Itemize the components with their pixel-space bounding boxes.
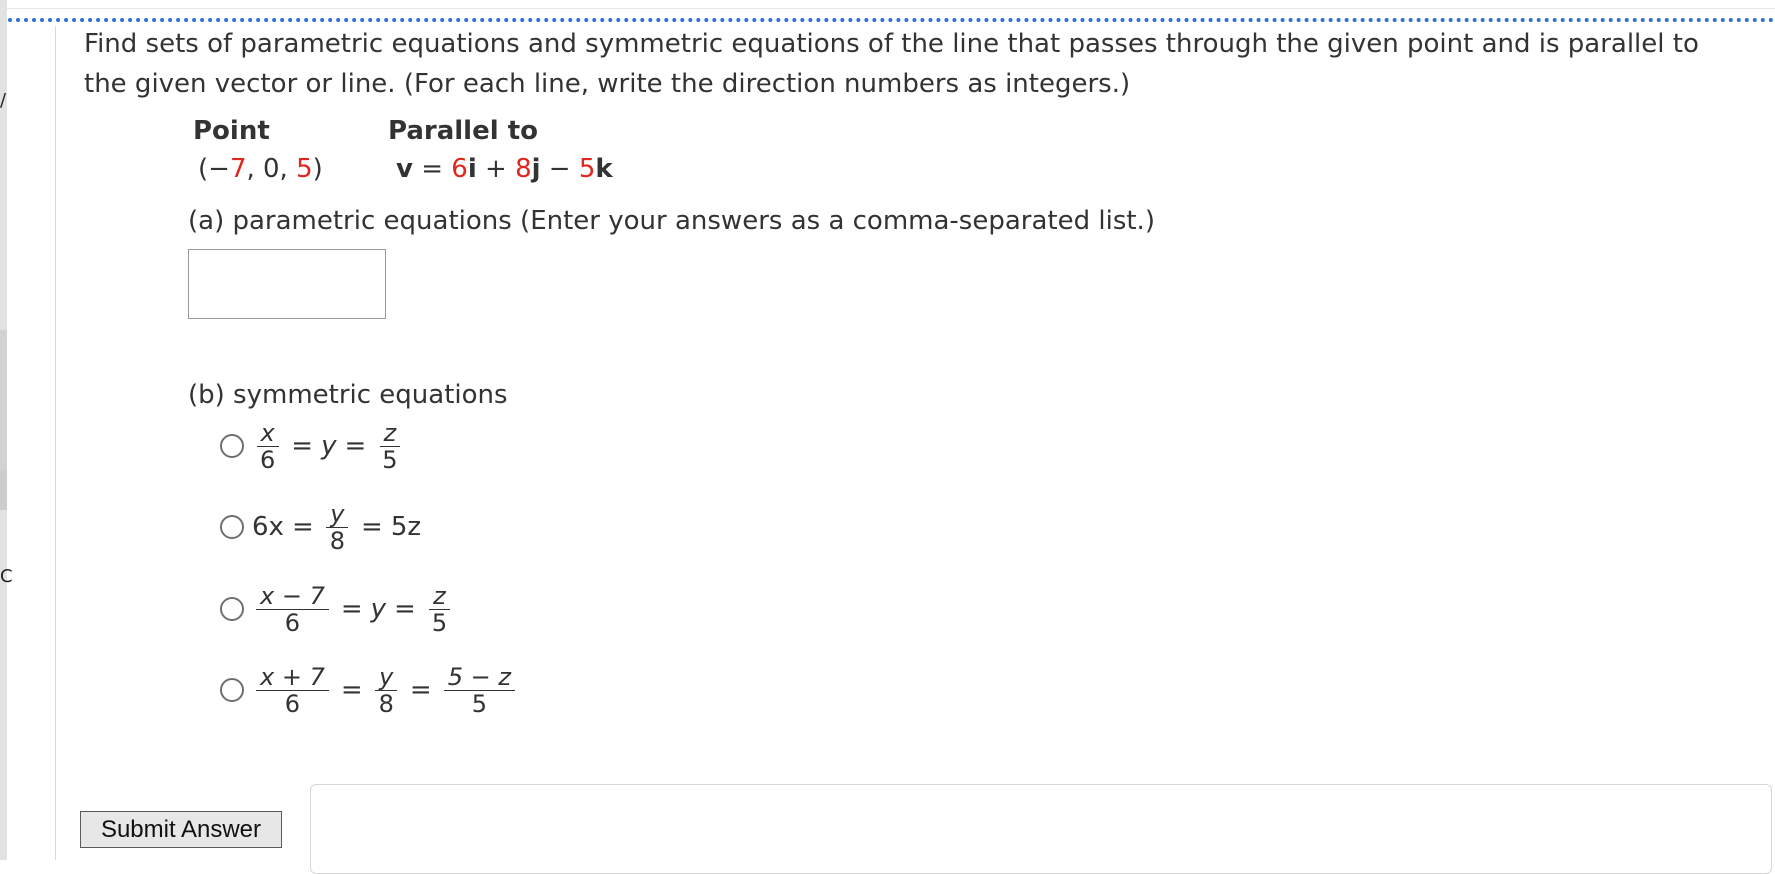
part-b-label: (b) symmetric equations xyxy=(188,380,508,410)
fraction-numerator: y xyxy=(326,501,349,528)
equals-sign: = xyxy=(340,675,363,705)
vector-minus: − xyxy=(540,154,579,184)
equals-sign: = xyxy=(394,594,416,624)
fraction-denominator: 8 xyxy=(378,689,394,718)
fraction: x − 76 xyxy=(256,583,329,636)
fraction-denominator: 5 xyxy=(431,608,448,637)
equals-sign: = xyxy=(291,512,314,542)
parametric-answer-input[interactable] xyxy=(188,249,386,319)
equals-sign: = xyxy=(344,431,367,461)
fraction-denominator: 6 xyxy=(284,608,301,637)
point-close: ) xyxy=(312,154,323,184)
vector-k-coef: 5 xyxy=(578,154,596,184)
submit-answer-button[interactable]: Submit Answer xyxy=(80,811,282,848)
point-sep: , 0, xyxy=(246,154,297,184)
option-3-expression: x − 76 = y = z5 xyxy=(252,583,455,636)
point-x: 7 xyxy=(229,154,247,184)
point-open: (− xyxy=(198,154,230,184)
vector-symbol: v xyxy=(396,154,413,184)
vector-plus: + xyxy=(476,154,516,184)
fraction: x + 76 xyxy=(256,664,329,717)
question-separator xyxy=(8,18,1775,22)
choice-option-2[interactable]: 6x = y8 = 5z xyxy=(220,497,421,557)
fraction-numerator: x xyxy=(256,420,279,447)
fraction: x6 xyxy=(256,420,279,473)
equals-sign: = xyxy=(361,512,383,542)
option-1-expression: x6 = y = z5 xyxy=(252,420,406,473)
fraction: z5 xyxy=(378,420,401,473)
margin-mark-slash: / xyxy=(0,90,7,111)
fraction-numerator: 5 − z xyxy=(443,664,515,691)
feedback-box xyxy=(310,784,1772,874)
fraction-denominator: 6 xyxy=(284,689,301,718)
fraction-denominator: 8 xyxy=(329,526,346,555)
fraction-numerator: x − 7 xyxy=(256,583,329,610)
variable-y: y xyxy=(321,431,337,461)
choice-option-3[interactable]: x − 76 = y = z5 xyxy=(220,579,455,639)
option-4-expression: x + 76 = y8 = 5 − z5 xyxy=(252,664,519,717)
question-panel-border xyxy=(55,26,56,860)
fraction-numerator: x + 7 xyxy=(256,664,329,691)
vector-j-coef: 8 xyxy=(515,154,532,184)
unit-i: i xyxy=(467,154,477,184)
radio-option-3[interactable] xyxy=(220,597,244,621)
vector-i-coef: 6 xyxy=(451,154,468,184)
point-value: (−7, 0, 5) xyxy=(198,154,323,184)
point-header: Point xyxy=(193,116,270,146)
choice-option-1[interactable]: x6 = y = z5 xyxy=(220,416,406,476)
part-a-label: (a) parametric equations (Enter your ans… xyxy=(188,206,1155,236)
fraction-denominator: 6 xyxy=(260,445,276,474)
fraction: 5 − z5 xyxy=(443,664,515,718)
fraction-denominator: 5 xyxy=(471,689,487,718)
term-6x: 6x xyxy=(252,512,284,542)
top-divider xyxy=(0,8,1775,9)
fraction-denominator: 5 xyxy=(382,445,398,474)
margin-shade-dark xyxy=(0,470,7,510)
unit-j: j xyxy=(531,154,541,184)
question-prompt: Find sets of parametric equations and sy… xyxy=(84,29,1699,99)
radio-option-4[interactable] xyxy=(220,678,244,702)
term-5z: 5z xyxy=(390,512,422,542)
fraction: y8 xyxy=(375,664,398,717)
choice-option-4[interactable]: x + 76 = y8 = 5 − z5 xyxy=(220,660,519,720)
radio-option-2[interactable] xyxy=(220,515,244,539)
variable-y: y xyxy=(370,594,387,624)
fraction: z5 xyxy=(428,583,451,636)
equals-sign: = xyxy=(340,594,363,624)
equals-sign: = xyxy=(409,675,432,705)
margin-shade xyxy=(0,330,7,470)
radio-option-1[interactable] xyxy=(220,434,244,458)
point-z: 5 xyxy=(296,154,313,184)
vector-value: v = 6i + 8j − 5k xyxy=(396,154,613,184)
vector-eq: = xyxy=(412,154,452,184)
margin-mark-c: C xyxy=(0,566,13,587)
fraction-numerator: z xyxy=(379,420,401,447)
left-margin-strip xyxy=(0,0,7,860)
equals-sign: = xyxy=(291,431,314,461)
parallel-header: Parallel to xyxy=(388,116,538,146)
option-2-expression: 6x = y8 = 5z xyxy=(252,501,421,554)
unit-k: k xyxy=(595,154,613,184)
fraction-numerator: z xyxy=(429,583,450,610)
fraction-numerator: y xyxy=(375,664,398,691)
fraction: y8 xyxy=(326,501,349,554)
